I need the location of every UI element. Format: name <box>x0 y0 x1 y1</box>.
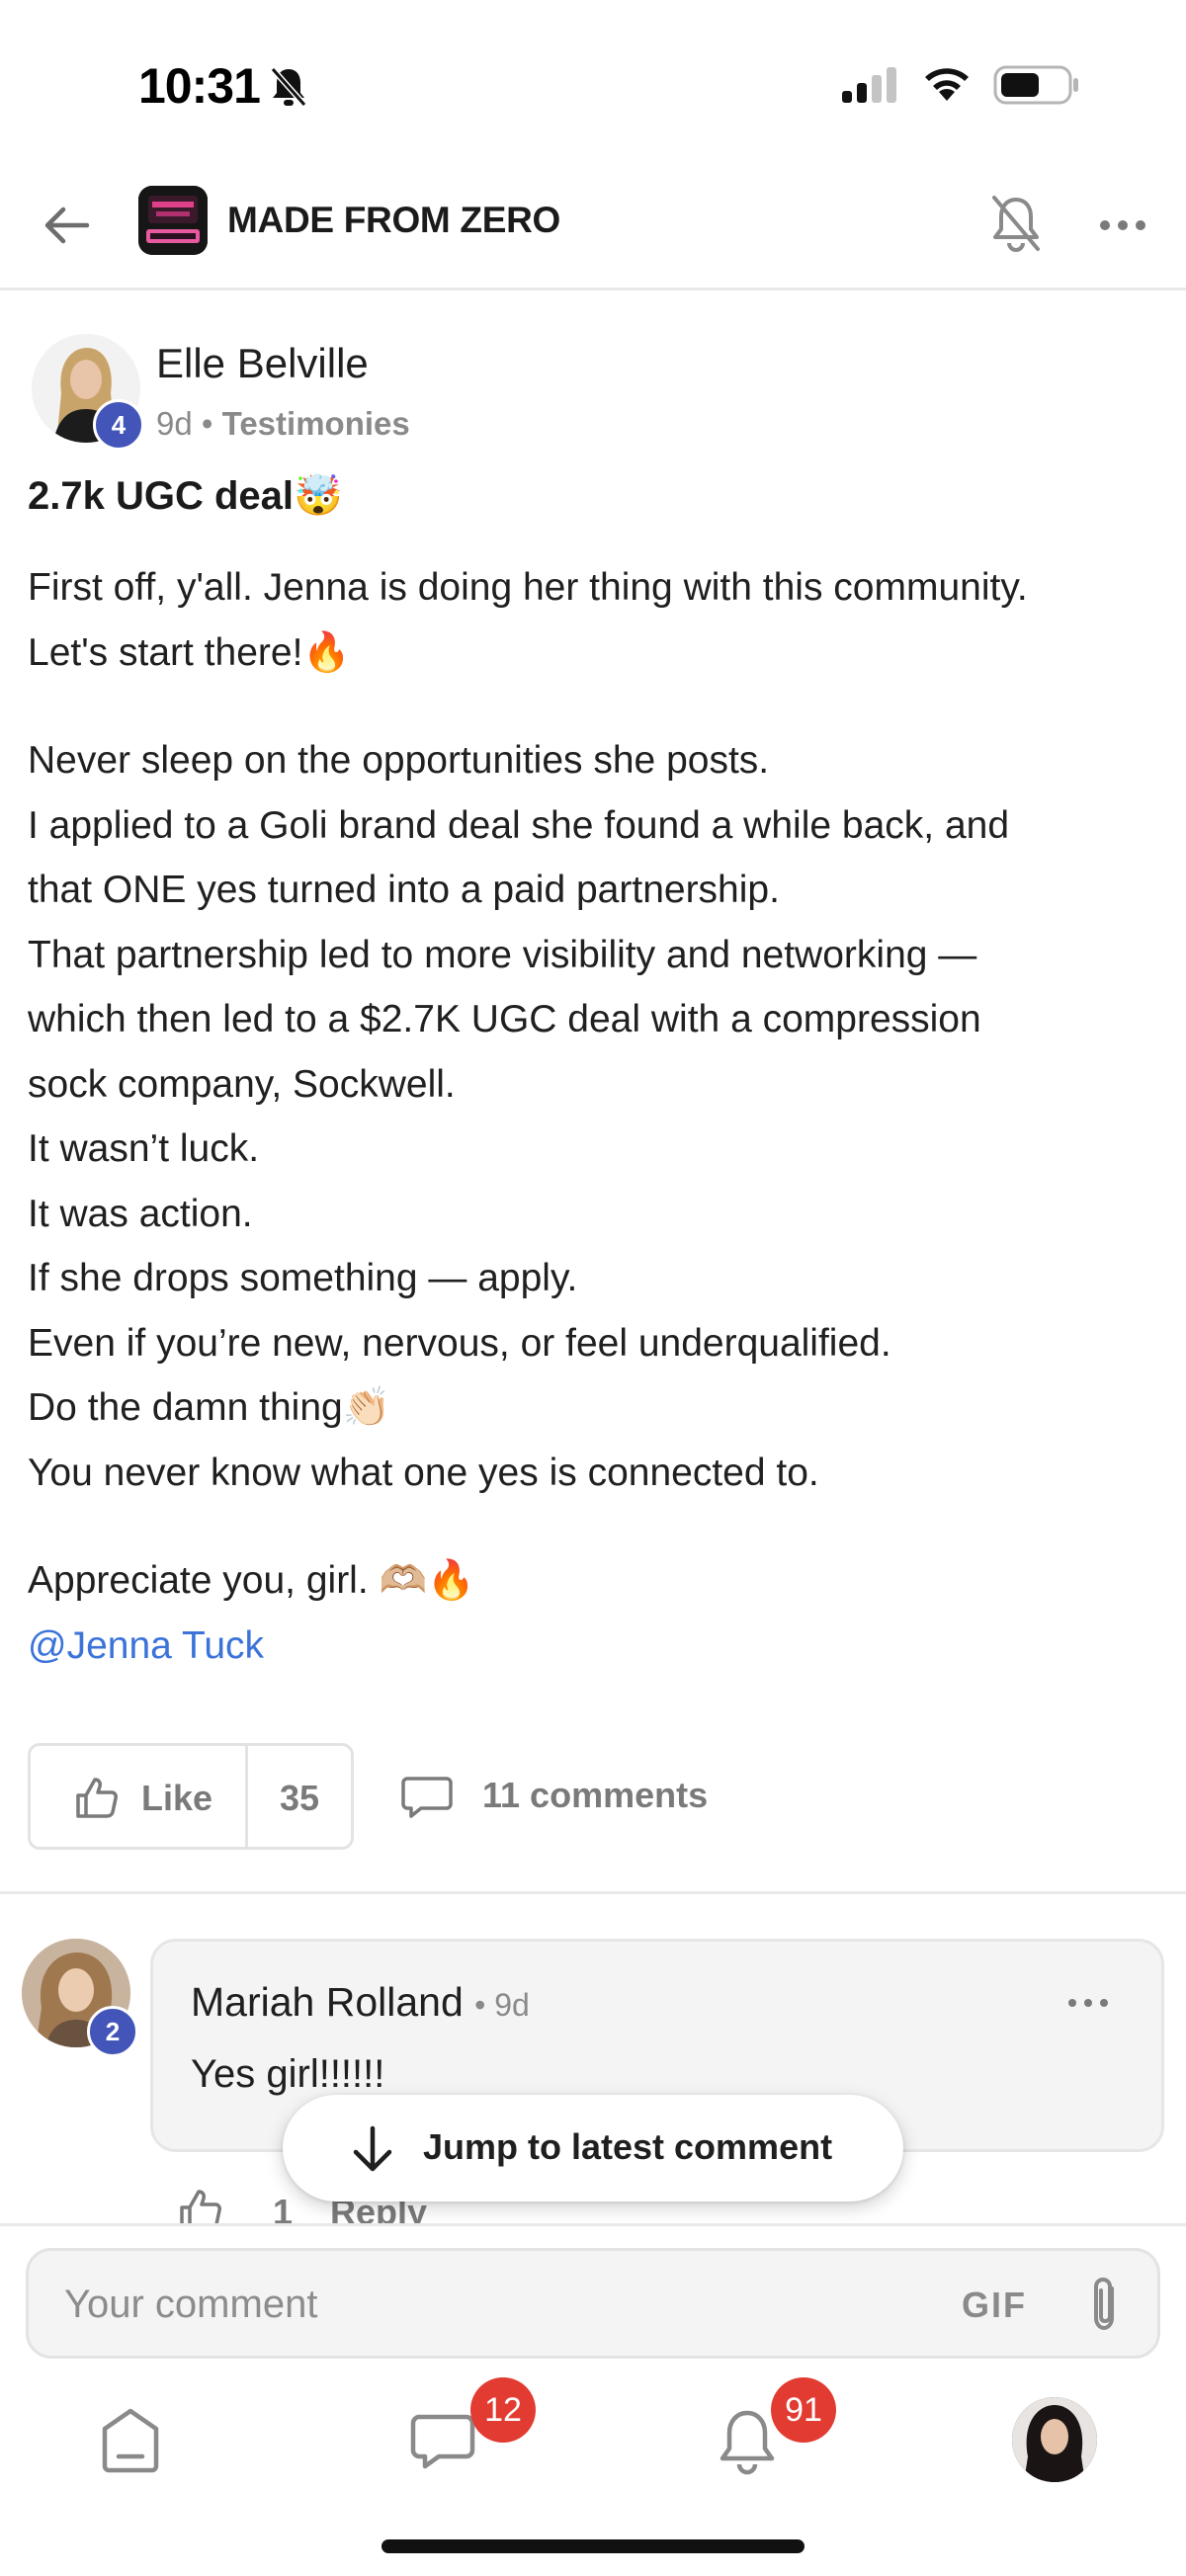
comment-author[interactable]: Mariah Rolland <box>191 1979 464 2025</box>
post-line: I applied to a Goli brand deal she found… <box>28 803 1010 847</box>
mention-link[interactable]: @Jenna Tuck <box>28 1614 1164 1679</box>
post-line: That partnership led to more visibility … <box>28 933 977 976</box>
post-paragraph: Never sleep on the opportunities she pos… <box>28 728 1164 1505</box>
status-bar: 10:31 <box>0 0 1186 168</box>
post-line: Let's start there!🔥 <box>28 630 351 674</box>
profile-tab-avatar[interactable] <box>1012 2397 1097 2482</box>
post-meta: 9d • Testimonies <box>156 405 410 443</box>
post-line: If she drops something — apply. <box>28 1257 578 1299</box>
jump-label: Jump to latest comment <box>423 2126 833 2167</box>
chat-unread-badge: 12 <box>470 2377 536 2443</box>
post-line: It was action. <box>28 1192 253 1235</box>
post-line: Appreciate you, girl. 🫶🏼🔥 <box>28 1559 475 1602</box>
comment-time: • 9d <box>474 1987 530 2023</box>
group-logo[interactable] <box>138 186 208 255</box>
like-control: Like 35 <box>28 1743 354 1850</box>
author-name[interactable]: Elle Belville <box>156 340 369 387</box>
meta-separator: • <box>201 405 213 442</box>
post-category[interactable]: Testimonies <box>222 405 410 442</box>
jump-to-latest-button[interactable]: Jump to latest comment <box>283 2095 903 2202</box>
cellular-signal-icon <box>842 67 896 103</box>
battery-icon <box>993 65 1078 105</box>
comment-text: Yes girl!!!!!! <box>191 2052 385 2096</box>
status-time: 10:31 <box>138 58 261 114</box>
like-count[interactable]: 35 <box>280 1778 319 1819</box>
back-arrow-icon[interactable] <box>40 198 95 253</box>
notifications-off-icon[interactable] <box>988 192 1044 255</box>
comment-bubble-icon[interactable] <box>401 1775 453 1820</box>
home-tab-icon[interactable] <box>91 2401 170 2480</box>
comment-input[interactable] <box>64 2281 914 2328</box>
post-title: 2.7k UGC deal🤯 <box>28 474 343 518</box>
more-options-icon[interactable] <box>1095 206 1150 245</box>
post-line: It wasn’t luck. <box>28 1127 260 1170</box>
gif-button[interactable]: GIF <box>962 2285 1027 2326</box>
comments-count[interactable]: 11 comments <box>482 1775 708 1816</box>
post-age: 9d <box>156 405 193 442</box>
like-label: Like <box>141 1778 213 1818</box>
commenter-level-badge: 2 <box>87 2006 138 2057</box>
composer-area: GIF <box>0 2223 1186 2576</box>
post-line: You never know what one yes is connected… <box>28 1451 819 1494</box>
post-line: Even if you’re new, nervous, or feel und… <box>28 1321 891 1365</box>
post-line: sock company, Sockwell. <box>28 1062 456 1106</box>
post-line: that ONE yes turned into a paid partners… <box>28 869 780 911</box>
section-divider <box>0 1891 1186 1894</box>
author-level-badge: 4 <box>93 399 144 451</box>
post-line: Do the damn thing👏🏻 <box>28 1386 391 1429</box>
wifi-icon <box>925 68 969 101</box>
post-body: First off, y'all. Jenna is doing her thi… <box>28 555 1164 1721</box>
group-header: MADE FROM ZERO <box>0 168 1186 291</box>
post-line: which then led to a $2.7K UGC deal with … <box>28 998 981 1040</box>
group-name[interactable]: MADE FROM ZERO <box>227 200 560 241</box>
paperclip-icon[interactable] <box>1082 2275 1128 2336</box>
post-line: Never sleep on the opportunities she pos… <box>28 739 770 782</box>
home-indicator[interactable] <box>381 2539 805 2553</box>
comment-composer: GIF <box>26 2248 1160 2359</box>
notifications-unread-badge: 91 <box>771 2377 836 2443</box>
comment-author-line: Mariah Rolland • 9d <box>191 1979 530 2026</box>
comment-more-icon[interactable] <box>1064 1993 1112 2013</box>
post-line: First off, y'all. Jenna is doing her thi… <box>28 566 1028 609</box>
arrow-down-icon <box>353 2125 392 2172</box>
post-paragraph: Appreciate you, girl. 🫶🏼🔥 @Jenna Tuck <box>28 1548 1164 1678</box>
like-button[interactable]: Like <box>31 1746 248 1847</box>
thumbs-up-icon <box>76 1778 118 1818</box>
post-paragraph: First off, y'all. Jenna is doing her thi… <box>28 555 1164 685</box>
silent-mode-icon <box>270 67 307 107</box>
